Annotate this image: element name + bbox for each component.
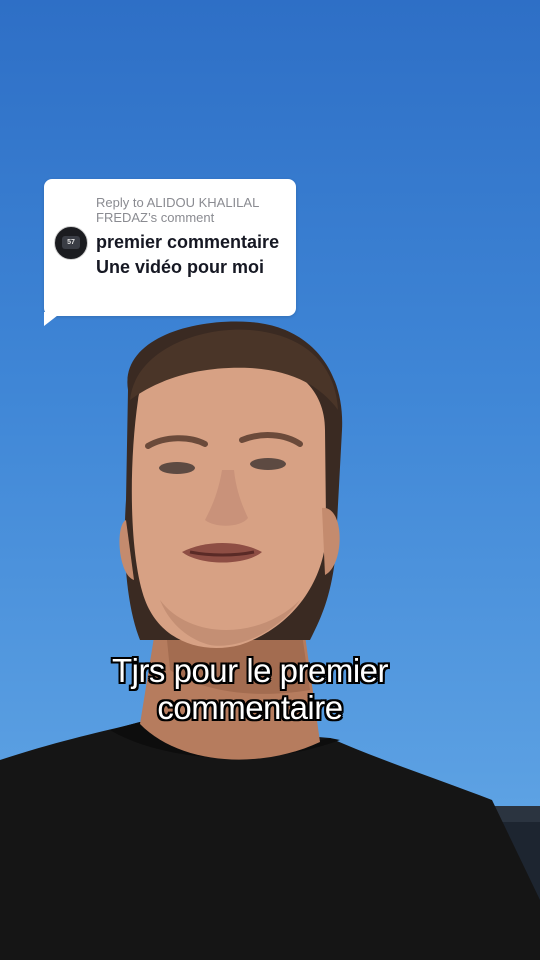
video-frame[interactable]: [0, 0, 540, 960]
reply-header: Reply to ALIDOU KHALILAL FREDAZ’s commen…: [96, 195, 259, 225]
avatar-badge: 57: [62, 236, 80, 249]
video-caption: Tjrs pour le premier commentaire: [60, 652, 440, 726]
profile-avatar-icon[interactable]: 57: [54, 226, 88, 260]
caption-line-2: commentaire: [157, 689, 343, 726]
reply-card-tail: [44, 312, 62, 326]
reply-comment-text: premier commentaire Une vidéo pour moi: [96, 232, 280, 277]
person-video-image: [0, 321, 540, 960]
reply-comment-card[interactable]: Reply to ALIDOU KHALILAL FREDAZ’s commen…: [44, 179, 296, 316]
caption-line-1: Tjrs pour le premier: [111, 652, 389, 689]
